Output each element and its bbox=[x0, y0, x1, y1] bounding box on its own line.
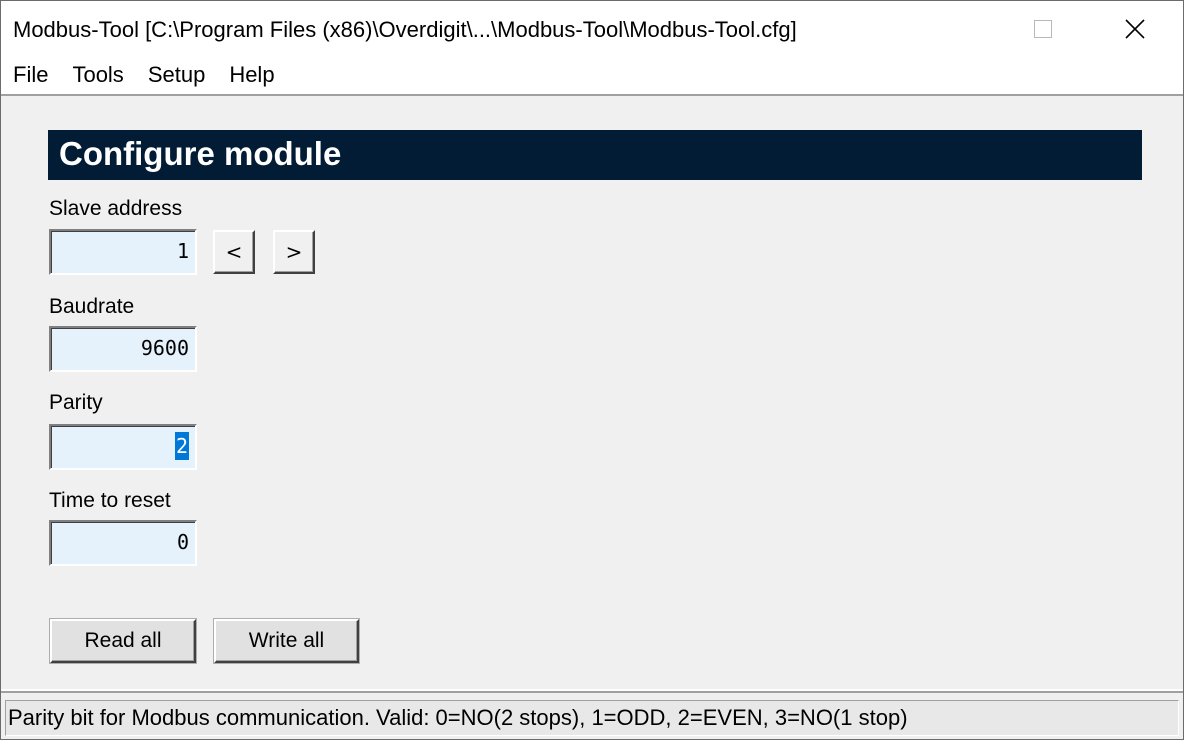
menu-tools[interactable]: Tools bbox=[60, 57, 135, 93]
slave-address-prev-button[interactable]: < bbox=[213, 230, 255, 274]
status-text: Parity bit for Modbus communication. Val… bbox=[5, 700, 1179, 736]
read-all-button[interactable]: Read all bbox=[50, 619, 196, 663]
baudrate-input[interactable]: 9600 bbox=[49, 326, 197, 372]
title-bar[interactable]: Modbus-Tool [C:\Program Files (x86)\Over… bbox=[1, 1, 1183, 57]
app-window: Modbus-Tool [C:\Program Files (x86)\Over… bbox=[0, 0, 1184, 740]
slave-address-input[interactable]: 1 bbox=[49, 229, 197, 275]
baudrate-label: Baudrate bbox=[49, 295, 135, 318]
chevron-left-icon: < bbox=[225, 240, 243, 264]
window-title: Modbus-Tool [C:\Program Files (x86)\Over… bbox=[13, 17, 797, 42]
chevron-right-icon: > bbox=[285, 240, 303, 264]
menu-help[interactable]: Help bbox=[217, 57, 286, 93]
menu-setup[interactable]: Setup bbox=[136, 57, 218, 93]
time-to-reset-input[interactable]: 0 bbox=[49, 520, 197, 566]
slave-address-next-button[interactable]: > bbox=[273, 230, 315, 274]
slave-address-label: Slave address bbox=[49, 197, 183, 220]
write-all-button[interactable]: Write all bbox=[214, 619, 359, 663]
close-button[interactable] bbox=[1089, 1, 1181, 57]
close-icon bbox=[1125, 19, 1145, 39]
page-title: Configure module bbox=[59, 135, 342, 172]
time-to-reset-label: Time to reset bbox=[49, 489, 171, 512]
parity-input[interactable]: 2 bbox=[49, 424, 197, 470]
menu-file[interactable]: File bbox=[1, 57, 60, 93]
maximize-icon bbox=[1034, 20, 1052, 38]
section-header: Configure module bbox=[48, 130, 1142, 180]
parity-selected-text: 2 bbox=[174, 432, 189, 460]
maximize-button[interactable] bbox=[997, 1, 1089, 57]
status-bar: Parity bit for Modbus communication. Val… bbox=[1, 691, 1183, 739]
menu-bar: File Tools Setup Help bbox=[1, 57, 1183, 93]
client-area: Configure module Slave address 1 < > Bau… bbox=[1, 94, 1183, 689]
parity-label: Parity bbox=[49, 391, 103, 414]
